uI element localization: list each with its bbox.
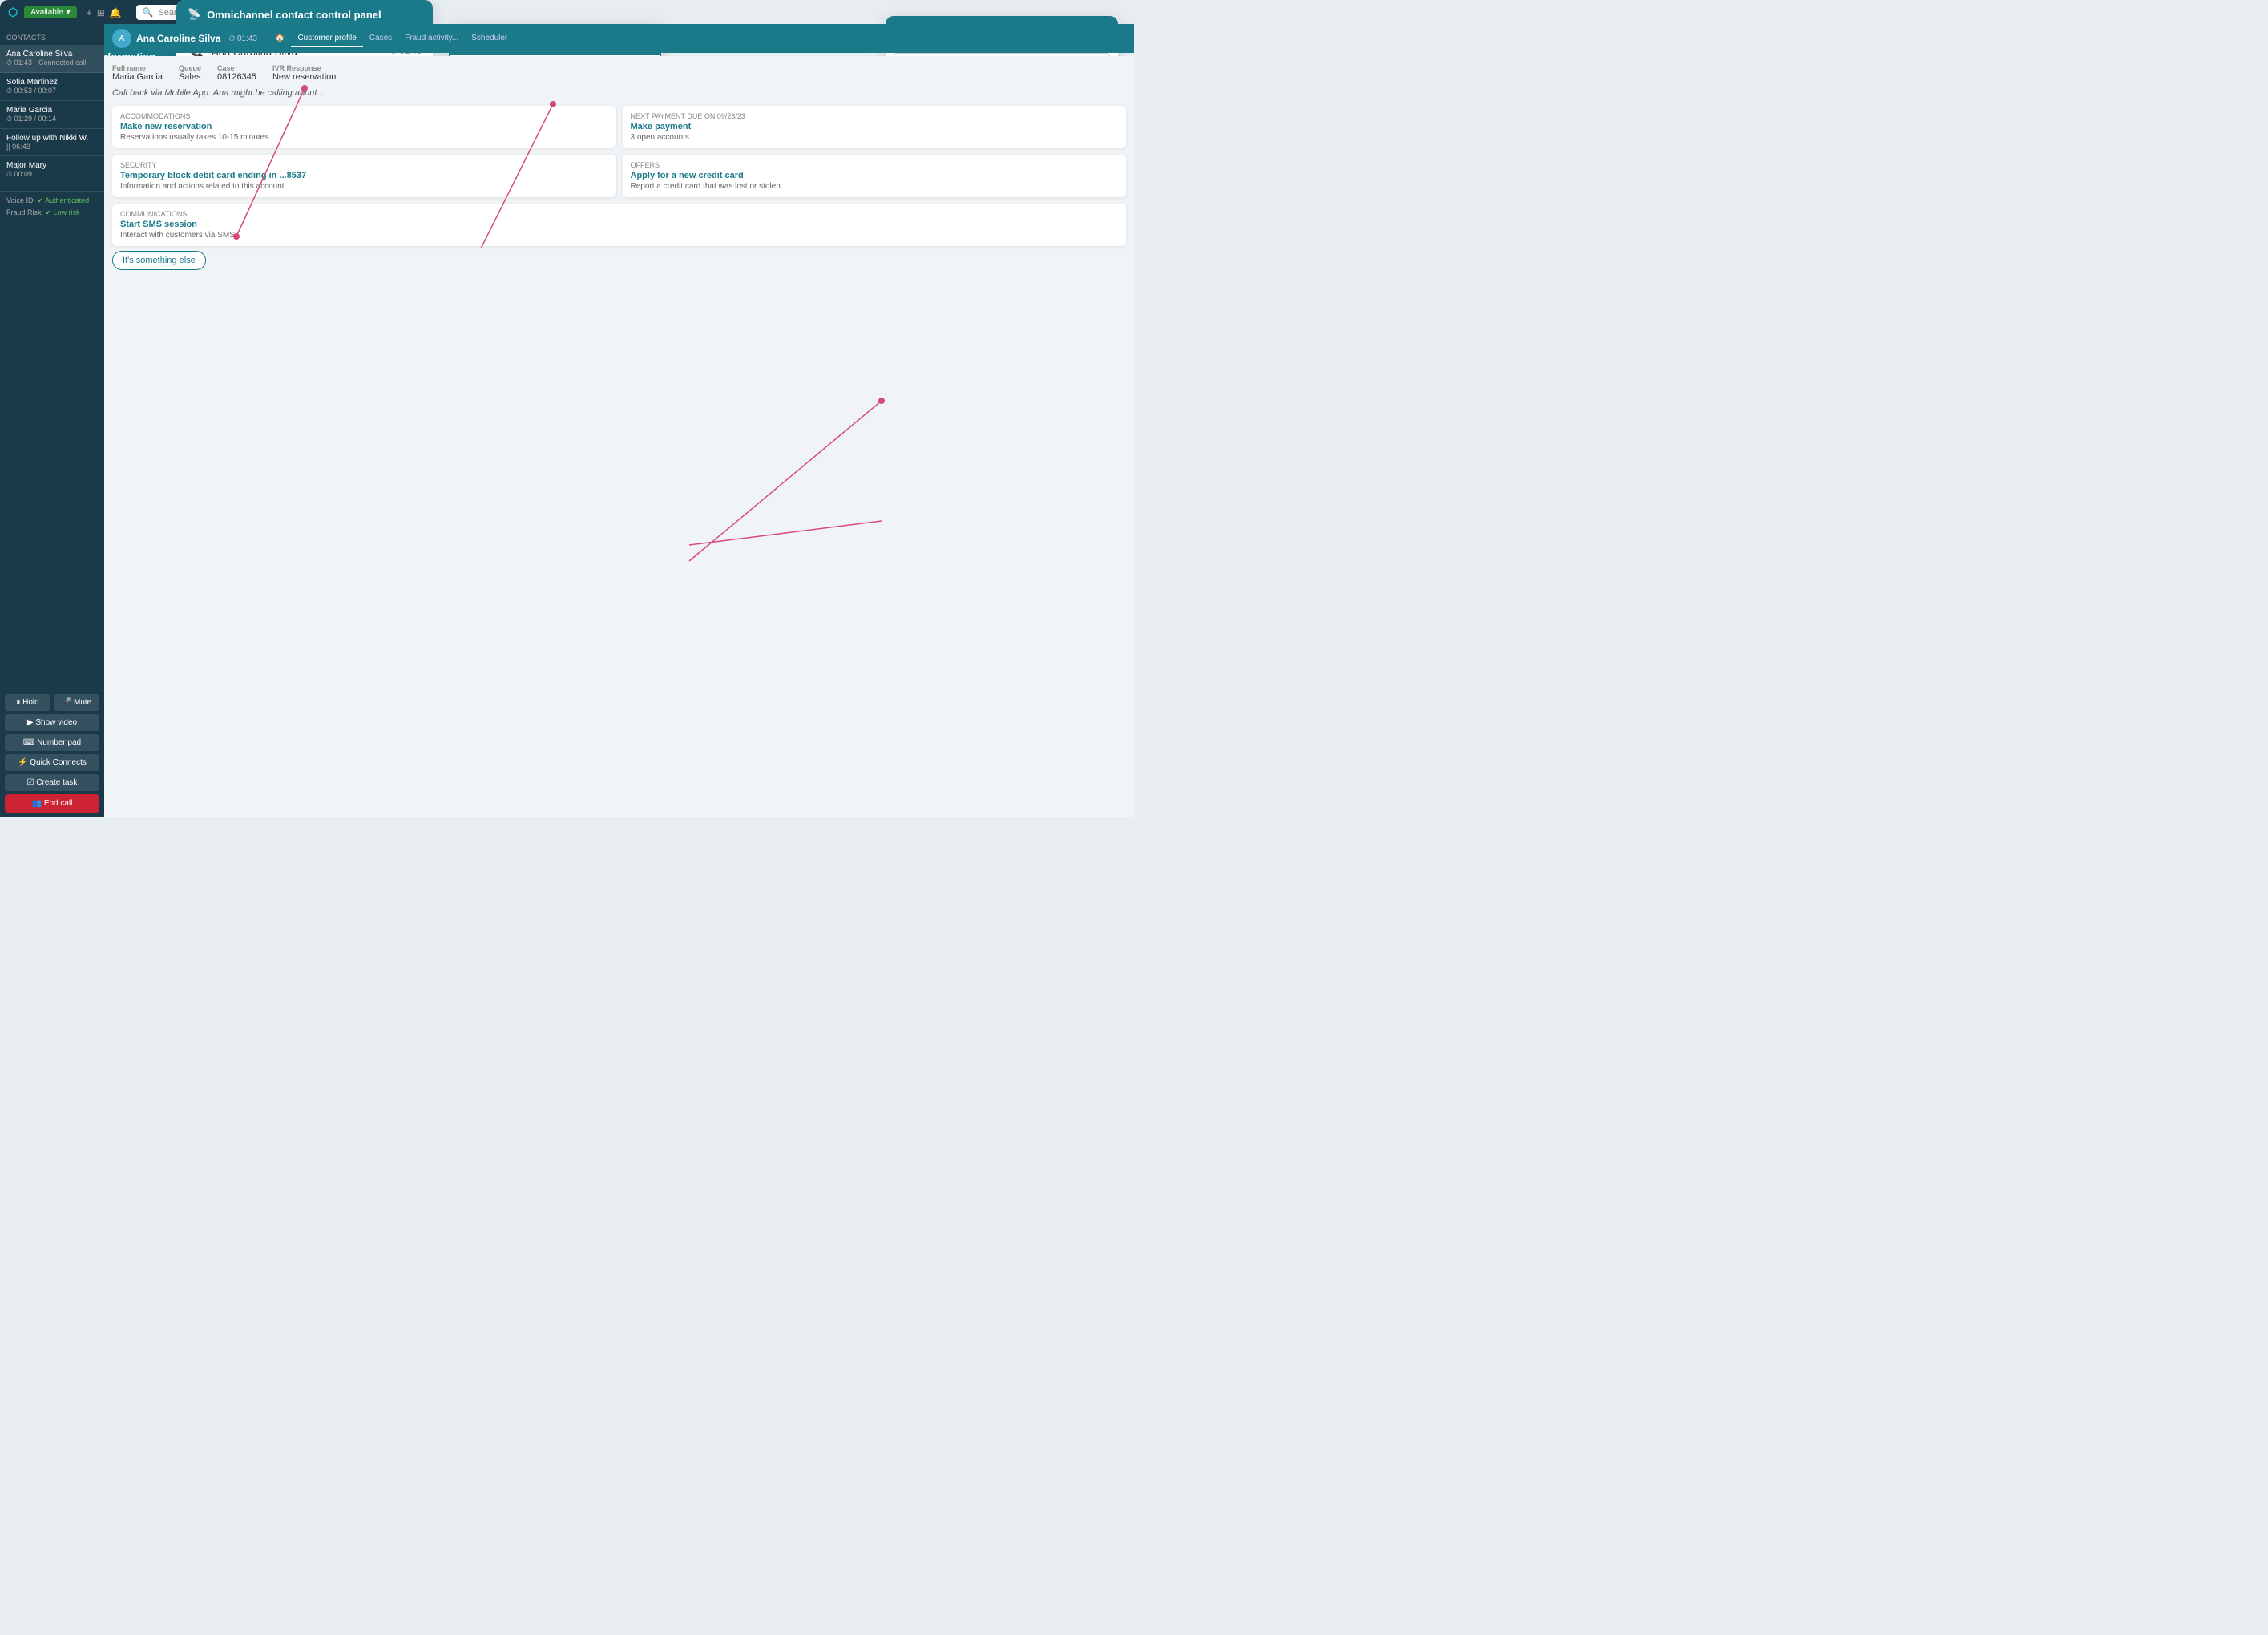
card-sms-title: Start SMS session [120,220,401,229]
card-security-title: Temporary block debit card ending in ...… [120,171,401,180]
info-cards-grid: Accommodations Make new reservation Rese… [112,106,401,197]
meta-fullname-label: Full name [112,64,163,72]
contact-header-time: ⏱ 01:43 [228,34,257,43]
bell-icon[interactable]: 🔔 [110,7,122,18]
card-accommodation-title: Make new reservation [120,122,401,131]
meta-case-label: Case [217,64,256,72]
sidebar-sofia-name: Sofia Martinez [6,78,98,87]
sidebar-contact-nikki[interactable]: Follow up with Nikki W. || 06:43 [0,129,104,156]
sidebar-contact-sofia[interactable]: Sofia Martinez ⏱ 00:53 / 00:07 [0,73,104,101]
contact-nav-header: A Ana Caroline Silva ⏱ 01:43 🏠 Customer … [104,24,401,53]
sidebar-nikki-time: || 06:43 [6,143,98,151]
its-something-else-main[interactable]: It's something else [112,251,206,270]
sidebar-sofia-time: ⏱ 00:53 / 00:07 [6,87,98,95]
app-logo: ⬡ [8,6,18,19]
sidebar-maria-time: ⏱ 01:29 / 00:14 [6,115,98,123]
tab-cases[interactable]: Cases [363,30,398,47]
omnichannel-title: Omnichannel contact control panel [207,9,381,21]
sidebar-contact-maria[interactable]: Maria Garcia ⏱ 01:29 / 00:14 [0,101,104,129]
meta-queue: Sales [179,72,201,82]
card-sms-desc: Interact with customers via SMS [120,231,401,240]
meta-queue-label: Queue [179,64,201,72]
callback-text: Call back via Mobile App. Ana might be c… [112,88,401,98]
tab-customer-profile[interactable]: Customer profile [291,30,362,47]
sidebar-ana-time: ⏱ 01:43 · Connected call [6,59,98,67]
plus-icon[interactable]: + [87,7,92,18]
card-security-desc: Information and actions related to this … [120,182,401,191]
card-sms-cat: Communications [120,210,401,218]
sidebar-mary-name: Major Mary [6,161,98,170]
tab-fraud[interactable]: Fraud activity... [398,30,401,47]
search-icon-app: 🔍 [143,7,154,18]
meta-ivr-label: IVR Response [272,64,336,72]
sidebar-contact-mary[interactable]: Major Mary ⏱ 00:09 [0,156,104,184]
contact-header-name: Ana Caroline Silva [136,33,220,44]
sidebar-contact-ana[interactable]: Ana Caroline Silva ⏱ 01:43 · Connected c… [0,45,104,73]
info-card-accommodation[interactable]: Accommodations Make new reservation Rese… [112,106,401,148]
omnichannel-icon: 📡 [188,8,200,21]
card-security-cat: Security [120,161,401,169]
card-accommodation-desc: Reservations usually takes 10-15 minutes… [120,133,401,142]
meta-case: 08126345 [217,72,256,82]
info-card-security[interactable]: Security Temporary block debit card endi… [112,155,401,197]
card-accommodation-cat: Accommodations [120,112,401,120]
meta-ivr: New reservation [272,72,336,82]
app-sidebar: Contacts Ana Caroline Silva ⏱ 01:43 · Co… [0,24,104,361]
status-available[interactable]: Available▾ [24,6,76,18]
app-content: Full name Maria Garcia Queue Sales Case … [104,56,401,361]
info-card-sms[interactable]: Communications Start SMS session Interac… [112,204,401,246]
meta-fullname: Maria Garcia [112,72,163,82]
sidebar-mary-time: ⏱ 00:09 [6,170,98,179]
sidebar-ana-name: Ana Caroline Silva [6,50,98,59]
grid-icon[interactable]: ⊞ [97,7,105,18]
contact-avatar: A [112,29,131,48]
sidebar-nikki-name: Follow up with Nikki W. [6,134,98,143]
sidebar-maria-name: Maria Garcia [6,106,98,115]
tab-home[interactable]: 🏠 [268,30,291,47]
